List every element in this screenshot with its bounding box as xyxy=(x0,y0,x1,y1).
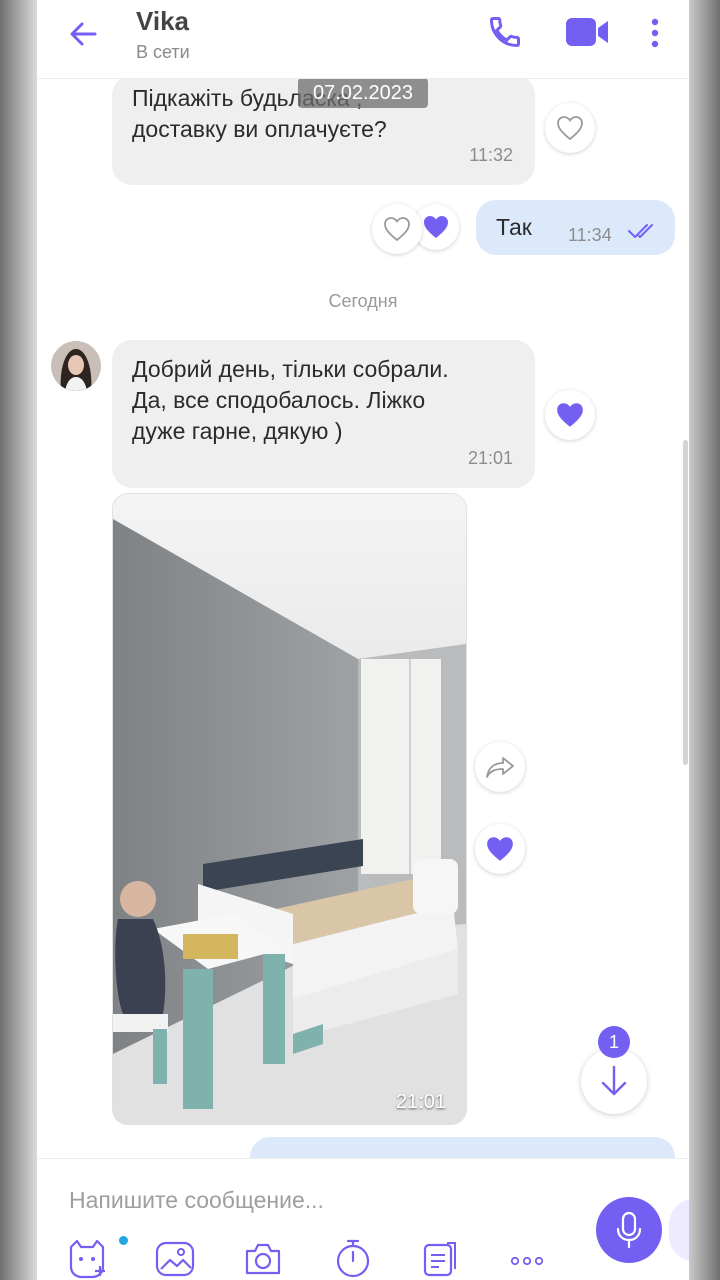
heart-outline-icon xyxy=(557,116,583,141)
like-button[interactable] xyxy=(372,204,422,254)
message-bubble-outgoing[interactable]: Так 11:34 xyxy=(476,200,675,255)
avatar-photo xyxy=(51,341,101,391)
gif-icon[interactable] xyxy=(417,1237,461,1280)
more-icon[interactable] xyxy=(643,14,667,54)
avatar[interactable] xyxy=(51,341,101,391)
room-photo xyxy=(113,494,466,1124)
back-arrow-icon[interactable] xyxy=(67,18,99,50)
message-time: 11:34 xyxy=(568,225,612,245)
contact-status: В сети xyxy=(136,42,190,62)
date-pill: 07.02.2023 xyxy=(298,78,428,108)
heart-icon xyxy=(557,403,583,427)
read-check-icon xyxy=(628,224,653,238)
message-input[interactable] xyxy=(67,1179,591,1221)
unread-badge: 1 xyxy=(598,1026,630,1058)
chat-header: Vika В сети xyxy=(37,0,689,79)
message-time: 11:32 xyxy=(469,145,513,165)
heart-icon xyxy=(487,837,513,861)
photo-message[interactable]: 21:01 xyxy=(112,493,467,1125)
message-bubble-incoming[interactable]: Добрий день, тільки собрали. Да, все спо… xyxy=(112,340,535,488)
timer-icon[interactable] xyxy=(331,1237,375,1280)
chat-screen: Vika В сети Підкажіть будьласка , достав… xyxy=(37,0,689,1280)
mic-button-shadow xyxy=(669,1199,689,1261)
heart-outline-icon xyxy=(384,217,410,242)
message-text: Добрий день, тільки собрали. Да, все спо… xyxy=(132,356,449,444)
message-text: Так xyxy=(496,214,532,240)
contact-name[interactable]: Vika xyxy=(136,6,189,37)
gallery-icon[interactable] xyxy=(153,1237,197,1280)
forward-icon xyxy=(486,757,514,778)
heart-icon xyxy=(424,216,448,238)
notification-dot xyxy=(119,1236,128,1245)
photo-time: 21:01 xyxy=(395,1091,446,1113)
more-options-icon[interactable] xyxy=(505,1237,549,1280)
voice-message-button[interactable] xyxy=(596,1197,662,1263)
sticker-icon[interactable] xyxy=(65,1237,109,1280)
composer xyxy=(37,1158,689,1280)
reaction-indicator[interactable] xyxy=(475,824,525,874)
camera-icon[interactable] xyxy=(241,1237,285,1280)
arrow-down-icon xyxy=(601,1065,627,1096)
forward-button[interactable] xyxy=(475,742,525,792)
scrollbar[interactable] xyxy=(683,440,688,765)
mic-icon xyxy=(616,1211,642,1249)
phone-icon[interactable] xyxy=(487,14,523,50)
video-icon[interactable] xyxy=(564,14,610,50)
day-separator: Сегодня xyxy=(328,291,398,311)
like-button[interactable] xyxy=(545,103,595,153)
reaction-indicator[interactable] xyxy=(545,390,595,440)
message-time: 21:01 xyxy=(467,448,513,468)
